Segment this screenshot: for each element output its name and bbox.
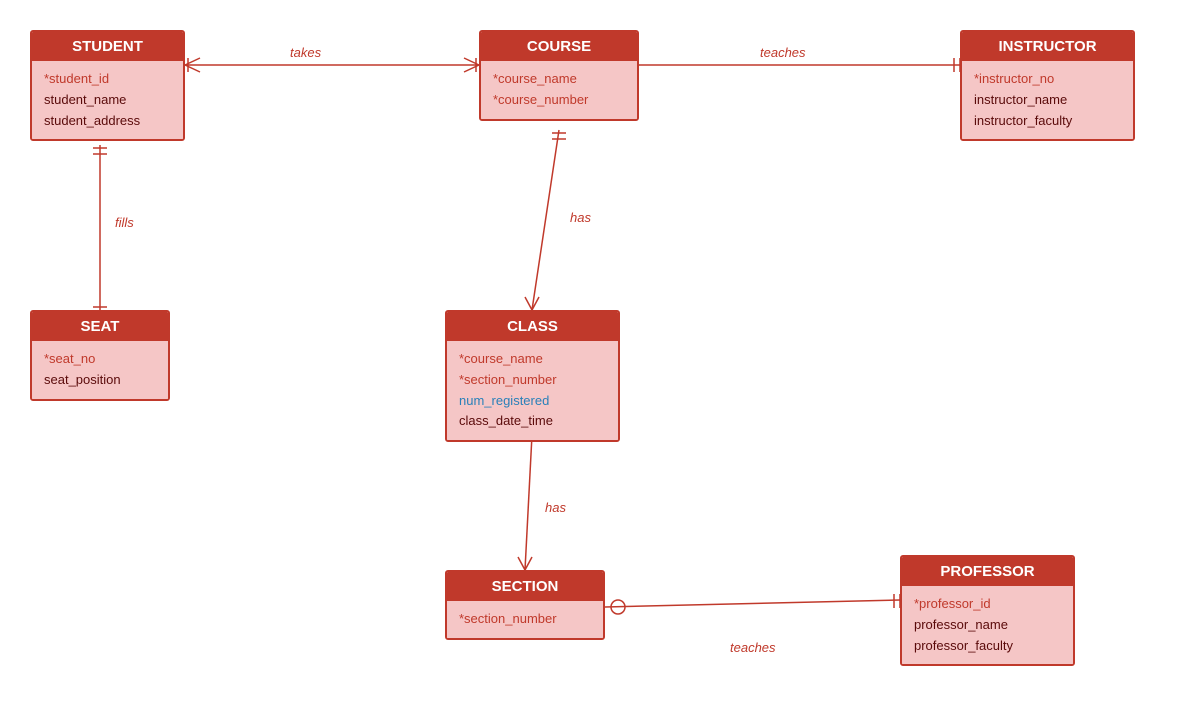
entity-section-header: SECTION (447, 572, 603, 601)
student-field-id: *student_id (44, 69, 171, 90)
entity-course-body: *course_name *course_number (481, 61, 637, 119)
rel-teaches-instructor: teaches (760, 45, 806, 60)
entity-seat: SEAT *seat_no seat_position (30, 310, 170, 401)
entity-instructor-body: *instructor_no instructor_name instructo… (962, 61, 1133, 139)
student-field-address: student_address (44, 111, 171, 132)
entity-instructor-header: INSTRUCTOR (962, 32, 1133, 61)
professor-field-faculty: professor_faculty (914, 636, 1061, 657)
course-field-number: *course_number (493, 90, 625, 111)
entity-course-header: COURSE (481, 32, 637, 61)
student-field-name: student_name (44, 90, 171, 111)
entity-student: STUDENT *student_id student_name student… (30, 30, 185, 141)
entity-section: SECTION *section_number (445, 570, 605, 640)
entity-student-header: STUDENT (32, 32, 183, 61)
entity-instructor: INSTRUCTOR *instructor_no instructor_nam… (960, 30, 1135, 141)
class-field-course-name: *course_name (459, 349, 606, 370)
entity-professor-header: PROFESSOR (902, 557, 1073, 586)
rel-fills: fills (115, 215, 134, 230)
seat-field-position: seat_position (44, 370, 156, 391)
rel-has-course-class: has (570, 210, 591, 225)
entity-class-header: CLASS (447, 312, 618, 341)
entity-class: CLASS *course_name *section_number num_r… (445, 310, 620, 442)
er-diagram: takes teaches fills has has teaches STUD… (0, 0, 1201, 724)
class-field-num-registered: num_registered (459, 391, 606, 412)
entity-seat-header: SEAT (32, 312, 168, 341)
instructor-field-faculty: instructor_faculty (974, 111, 1121, 132)
rel-takes: takes (290, 45, 321, 60)
seat-field-no: *seat_no (44, 349, 156, 370)
professor-field-name: professor_name (914, 615, 1061, 636)
entity-section-body: *section_number (447, 601, 603, 638)
entity-student-body: *student_id student_name student_address (32, 61, 183, 139)
rel-has-class-section: has (545, 500, 566, 515)
entity-class-body: *course_name *section_number num_registe… (447, 341, 618, 440)
section-field-number: *section_number (459, 609, 591, 630)
professor-field-id: *professor_id (914, 594, 1061, 615)
class-field-section-number: *section_number (459, 370, 606, 391)
instructor-field-name: instructor_name (974, 90, 1121, 111)
entity-seat-body: *seat_no seat_position (32, 341, 168, 399)
class-field-date-time: class_date_time (459, 411, 606, 432)
rel-teaches-section: teaches (730, 640, 776, 655)
entity-professor: PROFESSOR *professor_id professor_name p… (900, 555, 1075, 666)
entity-professor-body: *professor_id professor_name professor_f… (902, 586, 1073, 664)
entity-course: COURSE *course_name *course_number (479, 30, 639, 121)
instructor-field-no: *instructor_no (974, 69, 1121, 90)
course-field-name: *course_name (493, 69, 625, 90)
